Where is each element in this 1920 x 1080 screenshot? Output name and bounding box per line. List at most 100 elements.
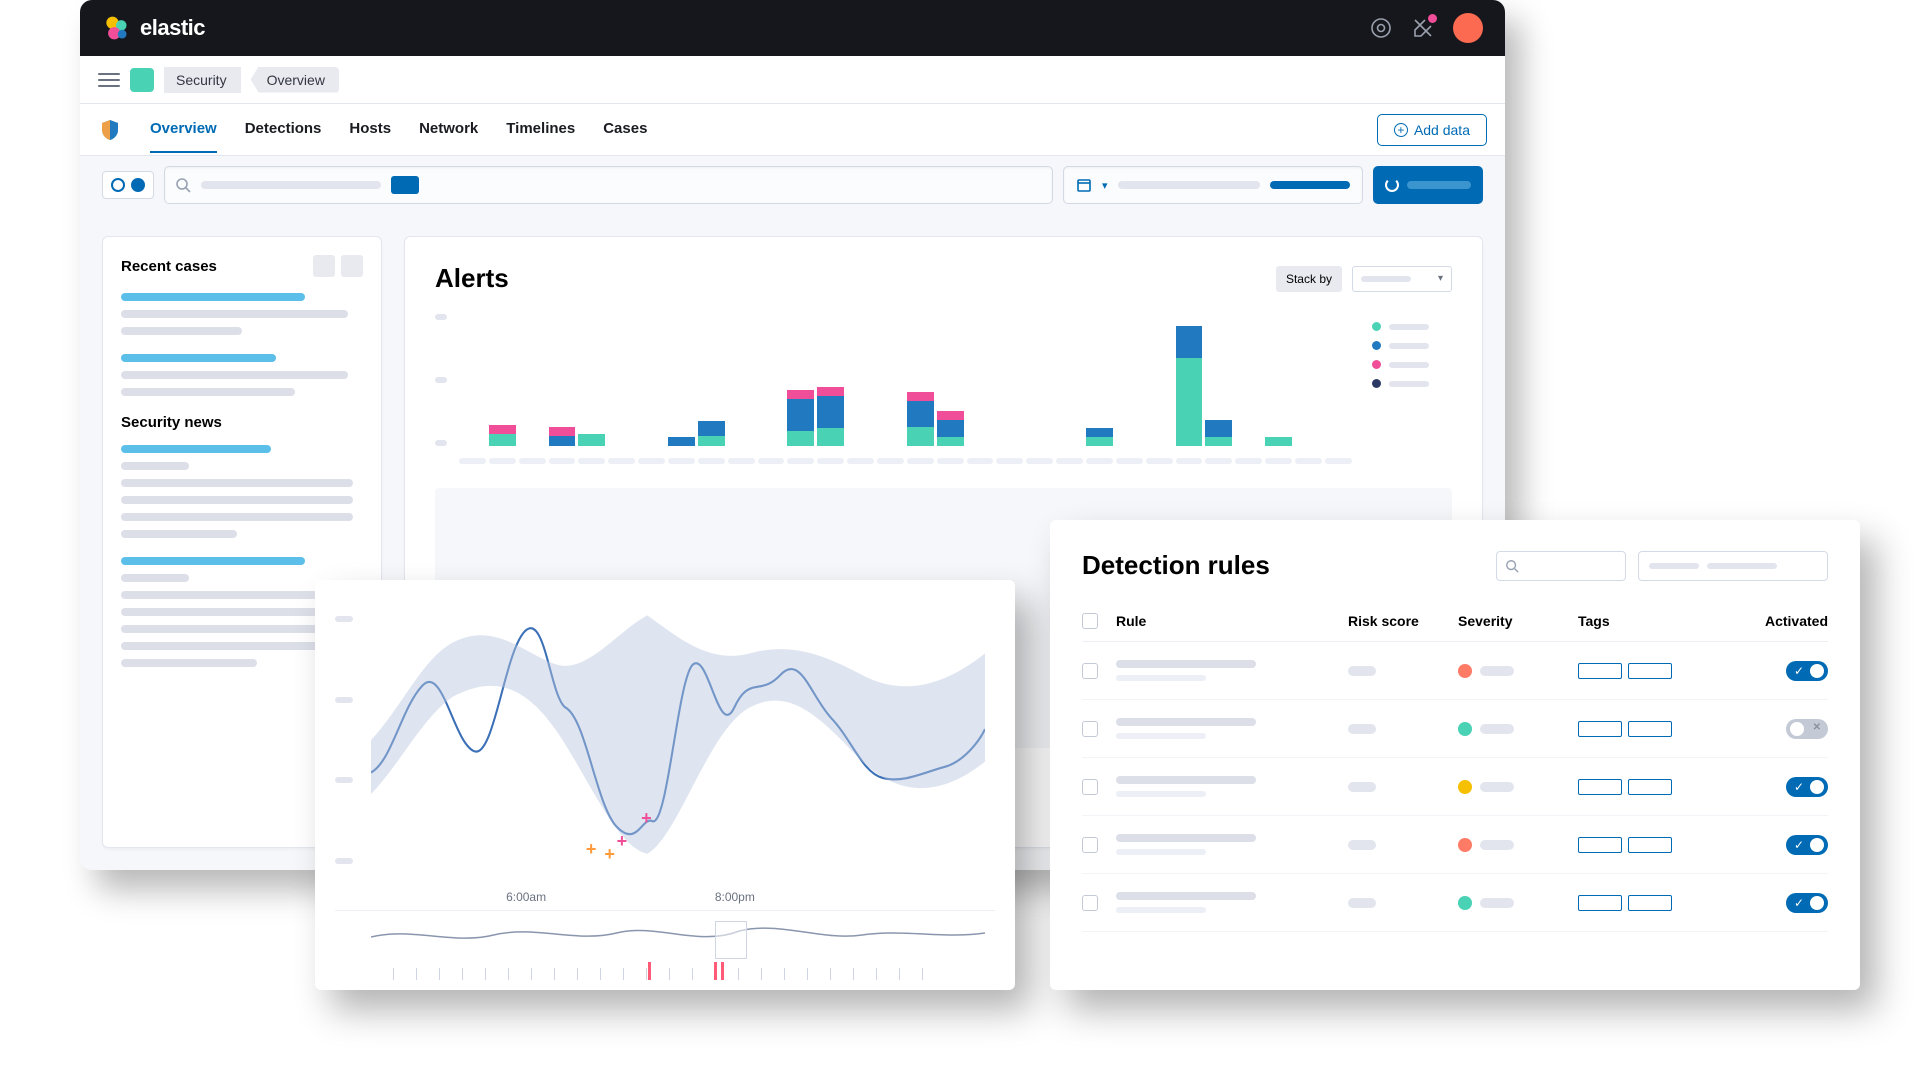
breadcrumb-page[interactable]: Overview bbox=[251, 67, 339, 93]
activated-toggle[interactable]: ✕ bbox=[1786, 719, 1828, 739]
query-input[interactable] bbox=[164, 166, 1053, 204]
table-row[interactable]: ✓ bbox=[1082, 874, 1828, 932]
kql-badge[interactable] bbox=[391, 176, 419, 194]
card-action-icon-1[interactable] bbox=[313, 255, 335, 277]
tag[interactable] bbox=[1628, 721, 1672, 737]
lc-plot-area[interactable]: ++++ bbox=[371, 610, 985, 870]
bar-segment[interactable] bbox=[1205, 437, 1232, 446]
tag[interactable] bbox=[1578, 779, 1622, 795]
activated-toggle[interactable]: ✓ bbox=[1786, 661, 1828, 681]
bar-segment[interactable] bbox=[489, 434, 516, 446]
bar-segment[interactable] bbox=[817, 428, 844, 446]
tab-network[interactable]: Network bbox=[419, 106, 478, 153]
bar-segment[interactable] bbox=[549, 427, 576, 436]
tag[interactable] bbox=[1628, 663, 1672, 679]
bar-segment[interactable] bbox=[907, 401, 934, 427]
bar-segment[interactable] bbox=[668, 437, 695, 446]
anomaly-marker[interactable]: + bbox=[586, 839, 597, 860]
breadcrumb-app[interactable]: Security bbox=[164, 67, 241, 93]
tag[interactable] bbox=[1628, 895, 1672, 911]
bar-segment[interactable] bbox=[937, 411, 964, 420]
tag[interactable] bbox=[1578, 663, 1622, 679]
minimap-anomaly-mark[interactable] bbox=[648, 962, 651, 980]
bar-segment[interactable] bbox=[817, 396, 844, 428]
table-row[interactable]: ✕ bbox=[1082, 700, 1828, 758]
anomaly-marker[interactable]: + bbox=[604, 844, 615, 865]
bar-segment[interactable] bbox=[549, 436, 576, 446]
help-icon[interactable] bbox=[1369, 16, 1393, 40]
query-toggle[interactable] bbox=[102, 171, 154, 199]
row-checkbox[interactable] bbox=[1082, 721, 1098, 737]
activated-toggle[interactable]: ✓ bbox=[1786, 835, 1828, 855]
toggle-option-1[interactable] bbox=[111, 178, 125, 192]
stack-by-select[interactable]: ▾ bbox=[1352, 266, 1452, 292]
tag[interactable] bbox=[1628, 837, 1672, 853]
case-link[interactable] bbox=[121, 354, 276, 362]
case-link[interactable] bbox=[121, 293, 305, 301]
row-checkbox[interactable] bbox=[1082, 895, 1098, 911]
user-avatar[interactable] bbox=[1453, 13, 1483, 43]
activated-toggle[interactable]: ✓ bbox=[1786, 893, 1828, 913]
bar-segment[interactable] bbox=[698, 421, 725, 436]
bar-segment[interactable] bbox=[489, 425, 516, 434]
row-checkbox[interactable] bbox=[1082, 779, 1098, 795]
minimap-brush[interactable] bbox=[715, 921, 747, 959]
bar-segment[interactable] bbox=[1086, 437, 1113, 446]
tag[interactable] bbox=[1578, 895, 1622, 911]
bar-segment[interactable] bbox=[1176, 358, 1203, 446]
col-severity[interactable]: Severity bbox=[1458, 613, 1578, 629]
tag[interactable] bbox=[1578, 837, 1622, 853]
col-risk[interactable]: Risk score bbox=[1348, 613, 1458, 629]
minimap-anomaly-mark[interactable] bbox=[714, 962, 717, 980]
app-icon[interactable] bbox=[130, 68, 154, 92]
tab-cases[interactable]: Cases bbox=[603, 106, 647, 153]
col-tags[interactable]: Tags bbox=[1578, 613, 1738, 629]
row-checkbox[interactable] bbox=[1082, 837, 1098, 853]
bar-segment[interactable] bbox=[1086, 428, 1113, 437]
rules-filter[interactable] bbox=[1638, 551, 1828, 581]
bar-segment[interactable] bbox=[907, 427, 934, 446]
anomaly-marker[interactable]: + bbox=[641, 808, 652, 829]
table-row[interactable]: ✓ bbox=[1082, 816, 1828, 874]
tab-detections[interactable]: Detections bbox=[245, 106, 322, 153]
legend-item[interactable] bbox=[1372, 360, 1452, 369]
select-all-checkbox[interactable] bbox=[1082, 613, 1098, 629]
menu-icon[interactable] bbox=[98, 73, 120, 87]
rules-search-input[interactable] bbox=[1496, 551, 1626, 581]
bar-segment[interactable] bbox=[817, 387, 844, 396]
anomaly-marker[interactable]: + bbox=[617, 831, 628, 852]
news-link[interactable] bbox=[121, 445, 271, 453]
announcement-icon[interactable] bbox=[1411, 16, 1435, 40]
table-row[interactable]: ✓ bbox=[1082, 758, 1828, 816]
bar-segment[interactable] bbox=[1176, 326, 1203, 358]
card-action-icon-2[interactable] bbox=[341, 255, 363, 277]
bar-segment[interactable] bbox=[937, 437, 964, 446]
logo[interactable]: elastic bbox=[102, 14, 205, 42]
bar-segment[interactable] bbox=[1205, 420, 1232, 438]
bar-segment[interactable] bbox=[1265, 437, 1292, 446]
legend-item[interactable] bbox=[1372, 322, 1452, 331]
legend-item[interactable] bbox=[1372, 379, 1452, 388]
tag[interactable] bbox=[1578, 721, 1622, 737]
minimap[interactable] bbox=[335, 910, 995, 980]
tab-hosts[interactable]: Hosts bbox=[349, 106, 391, 153]
date-picker[interactable]: ▾ bbox=[1063, 166, 1363, 204]
bar-segment[interactable] bbox=[787, 390, 814, 399]
col-rule[interactable]: Rule bbox=[1116, 613, 1348, 629]
table-row[interactable]: ✓ bbox=[1082, 642, 1828, 700]
bar-segment[interactable] bbox=[787, 431, 814, 446]
bar-segment[interactable] bbox=[907, 392, 934, 401]
news-link[interactable] bbox=[121, 557, 305, 565]
tab-overview[interactable]: Overview bbox=[150, 106, 217, 153]
add-data-button[interactable]: + Add data bbox=[1377, 114, 1487, 146]
toggle-option-2[interactable] bbox=[131, 178, 145, 192]
tag[interactable] bbox=[1628, 779, 1672, 795]
row-checkbox[interactable] bbox=[1082, 663, 1098, 679]
minimap-anomaly-mark[interactable] bbox=[721, 962, 724, 980]
activated-toggle[interactable]: ✓ bbox=[1786, 777, 1828, 797]
legend-item[interactable] bbox=[1372, 341, 1452, 350]
bar-segment[interactable] bbox=[787, 399, 814, 431]
refresh-button[interactable] bbox=[1373, 166, 1483, 204]
bar-segment[interactable] bbox=[698, 436, 725, 446]
bar-segment[interactable] bbox=[937, 420, 964, 438]
